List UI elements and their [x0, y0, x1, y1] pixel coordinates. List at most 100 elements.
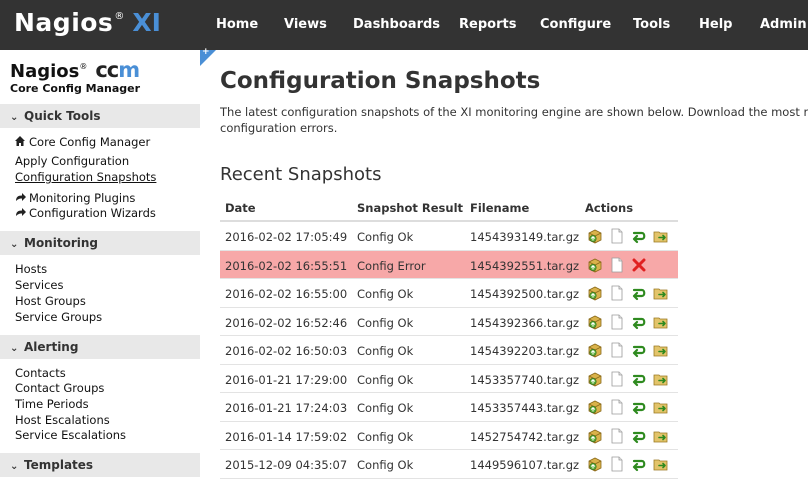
rollback-snapshot-icon[interactable]	[631, 399, 647, 415]
sidebar-item-configuration-wizards[interactable]: Configuration Wizards	[15, 206, 156, 220]
sidebar-item-label: Core Config Manager	[29, 135, 151, 149]
snapshot-result: Config Ok	[357, 344, 414, 358]
restore-snapshot-icon[interactable]	[587, 371, 603, 387]
snapshot-filename: 1452754742.tar.gz	[470, 429, 580, 444]
sidebar-item-service-escalations[interactable]: Service Escalations	[15, 428, 126, 442]
section-header-quick-tools[interactable]: ⌄ Quick Tools	[0, 104, 200, 128]
view-snapshot-icon[interactable]	[609, 371, 625, 387]
archive-snapshot-icon[interactable]	[653, 428, 669, 444]
sidebar-item-service-groups[interactable]: Service Groups	[15, 310, 102, 324]
nav-dashboards[interactable]: Dashboards	[353, 17, 440, 32]
table-body: 2016-02-02 17:05:49 Config Ok 1454393149.t…	[220, 222, 678, 479]
rollback-snapshot-icon[interactable]	[631, 314, 647, 330]
sidebar-item-host-groups[interactable]: Host Groups	[15, 294, 86, 308]
sidebar-item-contacts[interactable]: Contacts	[15, 366, 66, 380]
archive-snapshot-icon[interactable]	[653, 228, 669, 244]
snapshot-date: 2015-12-09 04:35:07	[225, 458, 348, 472]
nav-tools[interactable]: Tools	[633, 17, 670, 32]
chevron-down-icon: ⌄	[10, 239, 19, 250]
sidebar-item-host-escalations[interactable]: Host Escalations	[15, 413, 110, 427]
restore-snapshot-icon[interactable]	[587, 314, 603, 330]
rollback-snapshot-icon[interactable]	[631, 371, 647, 387]
nav-configure[interactable]: Configure	[540, 17, 611, 32]
section-header-monitoring[interactable]: ⌄ Monitoring	[0, 231, 200, 255]
snapshot-result: Config Ok	[357, 458, 414, 472]
table-row: 2016-02-02 16:55:51 Config Error 145439255…	[220, 250, 678, 279]
restore-snapshot-icon[interactable]	[587, 342, 603, 358]
row-actions	[587, 285, 669, 301]
page-title: Configuration Snapshots	[220, 68, 541, 94]
archive-snapshot-icon[interactable]	[653, 399, 669, 415]
column-header-result: Snapshot Result	[357, 201, 464, 215]
snapshot-date: 2016-01-21 17:29:00	[225, 372, 348, 387]
chevron-down-icon: ⌄	[10, 461, 19, 472]
view-snapshot-icon[interactable]	[609, 456, 625, 472]
ccm-logo[interactable]: Nagios ® ccm Core Config Manager	[10, 58, 140, 95]
sidebar-item-core-config-manager[interactable]: Core Config Manager	[15, 135, 150, 149]
view-snapshot-icon[interactable]	[609, 314, 625, 330]
snapshot-date: 2016-02-02 17:05:49	[225, 230, 348, 244]
ccm-logo-nagios: Nagios	[10, 61, 80, 82]
view-snapshot-icon[interactable]	[609, 342, 625, 358]
nagios-xi-logo[interactable]: Nagios ® XI	[14, 8, 161, 42]
nav-views[interactable]: Views	[284, 17, 327, 32]
rollback-snapshot-icon[interactable]	[631, 285, 647, 301]
sidebar-item-monitoring-plugins[interactable]: Monitoring Plugins	[15, 191, 135, 205]
nav-reports[interactable]: Reports	[459, 17, 516, 32]
restore-snapshot-icon[interactable]	[587, 428, 603, 444]
section-header-alerting[interactable]: ⌄ Alerting	[0, 335, 200, 359]
restore-snapshot-icon[interactable]	[587, 399, 603, 415]
rollback-snapshot-icon[interactable]	[631, 228, 647, 244]
rollback-snapshot-icon[interactable]	[631, 456, 647, 472]
logo-registered-mark: ®	[114, 11, 125, 22]
view-snapshot-icon[interactable]	[609, 428, 625, 444]
snapshots-table: Date Snapshot Result Filename Actions 20…	[220, 194, 678, 479]
restore-snapshot-icon[interactable]	[587, 228, 603, 244]
logo-text: Nagios	[14, 8, 114, 37]
snapshot-result: Config Error	[357, 258, 426, 273]
archive-snapshot-icon[interactable]	[653, 314, 669, 330]
chevron-down-icon: ⌄	[10, 343, 19, 354]
view-snapshot-icon[interactable]	[609, 257, 625, 273]
sidebar-item-services[interactable]: Services	[15, 278, 64, 292]
row-actions	[587, 314, 669, 330]
table-row: 2016-02-02 16:55:00 Config Ok 1454392500.t…	[220, 279, 678, 308]
nav-admin[interactable]: Admin	[760, 17, 807, 32]
archive-snapshot-icon[interactable]	[653, 285, 669, 301]
section-title: Quick Tools	[24, 109, 101, 123]
nav-help[interactable]: Help	[699, 17, 732, 32]
chevron-down-icon: ⌄	[10, 112, 19, 123]
nav-home[interactable]: Home	[216, 17, 258, 32]
ccm-logo-mark: ccm	[95, 58, 140, 82]
snapshot-date: 2016-02-02 16:50:03	[225, 344, 348, 358]
snapshot-result: Config Ok	[357, 287, 414, 301]
section-header-templates[interactable]: ⌄ Templates	[0, 453, 200, 477]
table-row: 2016-01-21 17:24:03 Config Ok 1453357443.t…	[220, 393, 678, 422]
rollback-snapshot-icon[interactable]	[631, 342, 647, 358]
snapshot-filename: 1453357740.tar.gz	[470, 372, 580, 387]
sidebar-item-configuration-snapshots[interactable]: Configuration Snapshots	[15, 170, 156, 184]
row-actions	[587, 456, 669, 472]
delete-snapshot-icon[interactable]	[631, 257, 647, 273]
archive-snapshot-icon[interactable]	[653, 342, 669, 358]
sidebar-item-hosts[interactable]: Hosts	[15, 262, 47, 276]
view-snapshot-icon[interactable]	[609, 228, 625, 244]
archive-snapshot-icon[interactable]	[653, 371, 669, 387]
view-snapshot-icon[interactable]	[609, 285, 625, 301]
restore-snapshot-icon[interactable]	[587, 456, 603, 472]
table-row: 2016-02-02 17:05:49 Config Ok 1454393149.t…	[220, 222, 678, 251]
restore-snapshot-icon[interactable]	[587, 257, 603, 273]
snapshot-date: 2016-02-02 16:52:46	[225, 315, 348, 330]
restore-snapshot-icon[interactable]	[587, 285, 603, 301]
sidebar-item-contact-groups[interactable]: Contact Groups	[15, 381, 104, 395]
section-title-recent-snapshots: Recent Snapshots	[220, 164, 382, 185]
archive-snapshot-icon[interactable]	[653, 456, 669, 472]
rollback-snapshot-icon[interactable]	[631, 428, 647, 444]
home-icon	[15, 136, 29, 149]
sidebar-item-time-periods[interactable]: Time Periods	[15, 397, 89, 411]
view-snapshot-icon[interactable]	[609, 399, 625, 415]
sidebar-item-apply-configuration[interactable]: Apply Configuration	[15, 154, 129, 168]
snapshot-result: Config Ok	[357, 230, 414, 244]
row-actions	[587, 399, 669, 415]
snapshot-filename: 1454392500.tar.gz	[470, 287, 580, 301]
